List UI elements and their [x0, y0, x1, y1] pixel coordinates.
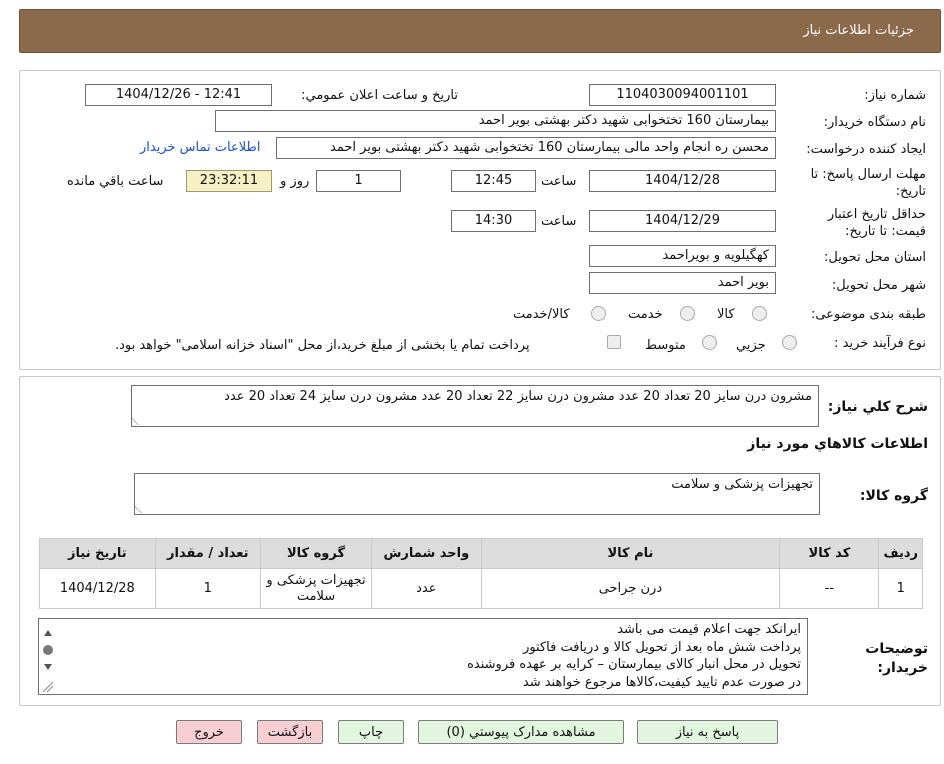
treasury-checkbox[interactable] — [607, 335, 621, 349]
items-table: رديف کد کالا نام کالا واحد شمارش گروه کا… — [39, 538, 923, 609]
requester-label: ايجاد کننده درخواست: — [806, 142, 926, 157]
treasury-note: پرداخت تمام يا بخشی از مبلغ خريد،از محل … — [115, 338, 530, 353]
price-validity-time-label: ساعت — [541, 214, 577, 229]
col-group: گروه کالا — [259, 538, 373, 569]
category-radio-goods-service[interactable] — [591, 306, 606, 321]
price-validity-date: 1404/12/29 — [589, 210, 776, 232]
resize-grip-icon[interactable] — [135, 505, 149, 513]
summary-textarea[interactable]: مشرون درن سایز 20 تعداد 20 عدد مشرون درن… — [131, 385, 819, 427]
buyer-org-label: نام دستگاه خريدار: — [823, 115, 926, 130]
summary-label: شرح کلي نياز: — [827, 399, 928, 415]
items-table-header: رديف کد کالا نام کالا واحد شمارش گروه کا… — [39, 538, 923, 569]
cell-code: -- — [779, 568, 880, 609]
back-button[interactable]: بازگشت — [257, 720, 323, 744]
buyer-note-line: در صورت عدم تایید کیفیت،کالاها مرجوع خوا… — [522, 674, 801, 690]
resize-grip-icon — [42, 681, 54, 693]
requester-field: محسن ره انجام واحد مالی بیمارستان 160 تخ… — [276, 137, 776, 159]
reply-deadline-date: 1404/12/28 — [589, 170, 776, 192]
province-label: استان محل تحويل: — [824, 250, 926, 265]
buyer-notes-label: توضيحات خريدار: — [865, 641, 928, 676]
remaining-days: 1 — [316, 170, 401, 192]
buyer-note-line: ایرانکد جهت اعلام قیمت می باشد — [617, 622, 801, 637]
goods-section-title: اطلاعات کالاهاي مورد نياز — [747, 436, 928, 452]
category-label: طبقه بندی موضوعی: — [810, 307, 926, 322]
table-row[interactable]: 1 -- درن جراحی عدد تجهیزات پزشکی و سلامت… — [39, 568, 923, 609]
category-option-service: خدمت — [628, 307, 663, 322]
purchase-radio-minor[interactable] — [782, 335, 797, 350]
exit-button[interactable]: خروج — [176, 720, 242, 744]
cell-name: درن جراحی — [480, 568, 781, 609]
goods-group-textarea[interactable]: تجهیزات پزشکی و سلامت — [134, 473, 820, 515]
resize-grip-icon[interactable] — [132, 417, 146, 425]
purchase-option-medium: متوسط — [645, 338, 686, 353]
need-number-field: 1104030094001101 — [589, 84, 776, 106]
purchase-type-label: نوع فرآيند خريد : — [834, 336, 926, 351]
reply-deadline-label: مهلت ارسال پاسخ: تا تاریخ: — [810, 167, 926, 199]
goods-group-label: گروه کالا: — [859, 488, 928, 504]
buyer-org-field: بیمارستان 160 تختخوابی شهید دکتر بهشتی ب… — [215, 110, 776, 132]
scroll-down-icon — [44, 664, 52, 670]
province-field: کهگیلویه و بویراحمد — [589, 245, 776, 267]
cell-quantity: 1 — [154, 568, 261, 609]
buyer-contact-link[interactable]: اطلاعات تماس خريدار — [140, 140, 260, 155]
page-title: جزئیات اطلاعات نیاز — [803, 23, 914, 38]
col-row: رديف — [878, 538, 923, 569]
cell-unit: عدد — [371, 568, 482, 609]
price-validity-time: 14:30 — [451, 210, 536, 232]
notes-scrollbar[interactable] — [40, 620, 56, 693]
purchase-option-minor: جزیي — [736, 338, 766, 353]
col-need-date: تاريخ نياز — [39, 538, 156, 569]
city-label: شهر محل تحويل: — [831, 278, 926, 293]
remaining-time-label: ساعت باقي مانده — [67, 174, 164, 189]
scroll-up-icon — [44, 630, 52, 636]
buyer-note-line: تحویل در محل انبار کالای بیمارستان – کرا… — [467, 657, 801, 672]
print-button[interactable]: چاپ — [338, 720, 404, 744]
reply-time-label: ساعت — [541, 174, 577, 189]
city-field: بویر احمد — [589, 272, 776, 294]
category-radio-goods[interactable] — [752, 306, 767, 321]
col-code: کد کالا — [779, 538, 880, 569]
reply-deadline-time: 12:45 — [451, 170, 536, 192]
cell-group: تجهیزات پزشکی و سلامت — [259, 568, 373, 609]
cell-need-date: 1404/12/28 — [39, 568, 156, 609]
view-attachments-button[interactable]: مشاهده مدارک پيوستي (0) — [418, 720, 624, 744]
need-number-label: شماره نیاز: — [864, 88, 926, 103]
buyer-note-line: پرداخت شش ماه بعد از تحویل کالا و دریافت… — [523, 639, 801, 655]
announce-date-field: 1404/12/26 - 12:41 — [85, 84, 272, 106]
summary-text: مشرون درن سایز 20 تعداد 20 عدد مشرون درن… — [224, 389, 812, 404]
page-header: جزئیات اطلاعات نیاز — [19, 9, 941, 53]
category-option-goods-service: کالا/خدمت — [513, 307, 570, 322]
category-radio-service[interactable] — [680, 306, 695, 321]
buyer-notes-textarea[interactable]: ایرانکد جهت اعلام قیمت می باشد پرداخت شش… — [38, 618, 808, 695]
scroll-thumb-icon — [43, 645, 53, 655]
category-option-goods: کالا — [717, 307, 735, 322]
col-name: نام کالا — [480, 538, 781, 569]
reply-button[interactable]: پاسخ به نياز — [637, 720, 778, 744]
goods-group-text: تجهیزات پزشکی و سلامت — [671, 477, 813, 492]
price-validity-label: حداقل تاريخ اعتبار قيمت: تا تاريخ: — [827, 207, 926, 239]
cell-row: 1 — [878, 568, 923, 609]
announce-date-label: تاریخ و ساعت اعلان عمومي: — [301, 88, 458, 103]
col-unit: واحد شمارش — [371, 538, 482, 569]
purchase-radio-medium[interactable] — [702, 335, 717, 350]
days-label: روز و — [280, 174, 310, 189]
col-quantity: تعداد / مقدار — [154, 538, 261, 569]
remaining-time: 23:32:11 — [186, 170, 272, 192]
